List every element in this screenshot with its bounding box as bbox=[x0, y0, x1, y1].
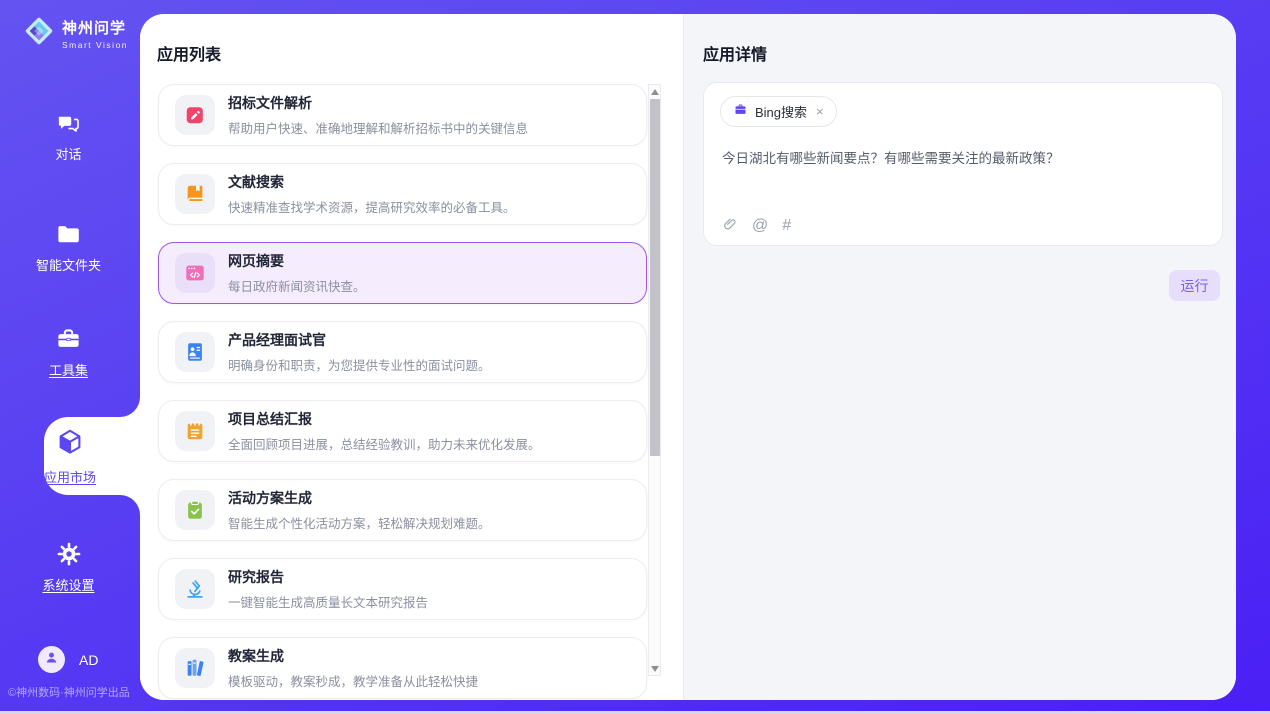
attachment-toolbar: @ # bbox=[722, 216, 791, 236]
app-logo: 神州问学 Smart Vision bbox=[22, 14, 128, 53]
app-title: 研究报告 bbox=[228, 567, 428, 587]
app-description: 全面回顾项目进展，总结经验教训，助力未来优化发展。 bbox=[228, 434, 541, 453]
app-title: 项目总结汇报 bbox=[228, 409, 541, 429]
gear-icon bbox=[55, 540, 83, 568]
sidebar-item-toolset[interactable]: 工具集 bbox=[0, 326, 137, 379]
sidebar-item-settings[interactable]: 系统设置 bbox=[0, 540, 137, 594]
app-list-item[interactable]: 活动方案生成 智能生成个性化活动方案，轻松解决规划难题。 bbox=[158, 479, 647, 541]
close-icon[interactable]: × bbox=[814, 104, 826, 119]
app-icon-tile bbox=[175, 253, 215, 293]
app-icon-tile bbox=[175, 174, 215, 214]
app-list-item[interactable]: 网页摘要 每日政府新闻资讯快查。 bbox=[158, 242, 647, 304]
app-description: 智能生成个性化活动方案，轻松解决规划难题。 bbox=[228, 513, 491, 532]
brand-diamond-icon bbox=[22, 14, 56, 53]
copyright-text: ©神州数码·神州问学出品 bbox=[8, 684, 130, 700]
microscope-icon bbox=[184, 578, 206, 600]
app-list-item[interactable]: 文献搜索 快速精准查找学术资源，提高研究效率的必备工具。 bbox=[158, 163, 647, 225]
app-icon-tile bbox=[175, 648, 215, 688]
app-description: 帮助用户快速、准确地理解和解析招标书中的关键信息 bbox=[228, 118, 528, 137]
sidebar-item-label: 工具集 bbox=[49, 360, 88, 379]
brand-name: 神州问学 bbox=[62, 17, 128, 38]
tool-tag-bing-search[interactable]: Bing搜索 × bbox=[720, 96, 837, 127]
app-description: 快速精准查找学术资源，提高研究效率的必备工具。 bbox=[228, 197, 516, 216]
app-icon-tile bbox=[175, 490, 215, 530]
sidebar: 神州问学 Smart Vision 对话 智能文件夹 bbox=[0, 0, 140, 714]
app-list-item[interactable]: 产品经理面试官 明确身份和职责，为您提供专业性的面试问题。 bbox=[158, 321, 647, 383]
app-title: 活动方案生成 bbox=[228, 488, 491, 508]
paperclip-icon[interactable] bbox=[722, 216, 738, 236]
chat-icon bbox=[55, 110, 82, 137]
app-list-title: 应用列表 bbox=[157, 41, 221, 65]
sidebar-item-label: 对话 bbox=[55, 144, 81, 163]
briefcase-icon bbox=[733, 102, 748, 122]
clipboard-check-icon bbox=[184, 499, 206, 521]
brand-subtitle: Smart Vision bbox=[62, 40, 128, 50]
app-description: 模板驱动，教案秒成，教学准备从此轻松快捷 bbox=[228, 671, 478, 690]
scroll-down-button[interactable] bbox=[649, 662, 660, 675]
run-button[interactable]: 运行 bbox=[1169, 270, 1220, 301]
hash-icon[interactable]: # bbox=[782, 218, 791, 234]
sidebar-item-label: 系统设置 bbox=[42, 575, 94, 594]
sidebar-item-label: 智能文件夹 bbox=[36, 255, 101, 274]
scroll-up-button[interactable] bbox=[649, 85, 660, 98]
app-description: 明确身份和职责，为您提供专业性的面试问题。 bbox=[228, 355, 491, 374]
sidebar-item-smart-folder[interactable]: 智能文件夹 bbox=[0, 221, 137, 274]
app-description: 每日政府新闻资讯快查。 bbox=[228, 276, 366, 295]
cube-icon bbox=[54, 426, 86, 463]
app-list-item[interactable]: 招标文件解析 帮助用户快速、准确地理解和解析招标书中的关键信息 bbox=[158, 84, 647, 146]
query-text[interactable]: 今日湖北有哪些新闻要点？有哪些需要关注的最新政策？ bbox=[722, 149, 1204, 169]
user-initials: AD bbox=[79, 652, 98, 668]
app-title: 产品经理面试官 bbox=[228, 330, 491, 350]
app-icon-tile bbox=[175, 95, 215, 135]
arrow-down-icon bbox=[651, 666, 659, 672]
app-description: 一键智能生成高质量长文本研究报告 bbox=[228, 592, 428, 611]
tool-tag-label: Bing搜索 bbox=[755, 102, 807, 121]
sidebar-item-label: 应用市场 bbox=[44, 467, 96, 486]
app-title: 招标文件解析 bbox=[228, 93, 528, 113]
app-list-item[interactable]: 项目总结汇报 全面回顾项目进展，总结经验教训，助力未来优化发展。 bbox=[158, 400, 647, 462]
book-icon bbox=[184, 183, 206, 205]
arrow-up-icon bbox=[651, 89, 659, 95]
app-list-section: 应用列表 招标文件解析 帮助用户快速、准确地理解和解析招标书中的关键信息 文献搜… bbox=[140, 14, 683, 700]
toolbox-icon bbox=[55, 326, 82, 353]
app-title: 网页摘要 bbox=[228, 251, 366, 271]
person-icon bbox=[43, 649, 60, 671]
app-list-item[interactable]: 研究报告 一键智能生成高质量长文本研究报告 bbox=[158, 558, 647, 620]
app-icon-tile bbox=[175, 411, 215, 451]
app-title: 教案生成 bbox=[228, 646, 478, 666]
app-detail-section: 应用详情 Bing搜索 × 今日湖北有哪些新闻要点？有哪些需要关注的最新政策？ bbox=[683, 14, 1236, 700]
app-title: 文献搜索 bbox=[228, 172, 516, 192]
sidebar-item-chat[interactable]: 对话 bbox=[0, 110, 137, 163]
notepad-icon bbox=[184, 420, 206, 442]
app-list-item[interactable]: 教案生成 模板驱动，教案秒成，教学准备从此轻松快捷 bbox=[158, 637, 647, 699]
avatar[interactable] bbox=[38, 646, 65, 673]
user-account[interactable]: AD bbox=[38, 646, 98, 673]
edit-document-icon bbox=[184, 104, 206, 126]
app-icon-tile bbox=[175, 569, 215, 609]
resume-icon bbox=[184, 341, 206, 363]
folder-icon bbox=[55, 221, 82, 248]
books-icon bbox=[184, 657, 206, 679]
app-icon-tile bbox=[175, 332, 215, 372]
at-icon[interactable]: @ bbox=[752, 218, 768, 234]
webpage-code-icon bbox=[184, 262, 206, 284]
app-detail-title: 应用详情 bbox=[703, 41, 767, 65]
sidebar-item-app-market[interactable]: 应用市场 bbox=[22, 417, 118, 495]
scrollbar-thumb[interactable] bbox=[650, 99, 660, 456]
scrollbar[interactable] bbox=[648, 84, 661, 676]
main-panel: 应用列表 招标文件解析 帮助用户快速、准确地理解和解析招标书中的关键信息 文献搜… bbox=[140, 14, 1236, 700]
query-input-card[interactable]: Bing搜索 × 今日湖北有哪些新闻要点？有哪些需要关注的最新政策？ @ # bbox=[703, 82, 1223, 246]
